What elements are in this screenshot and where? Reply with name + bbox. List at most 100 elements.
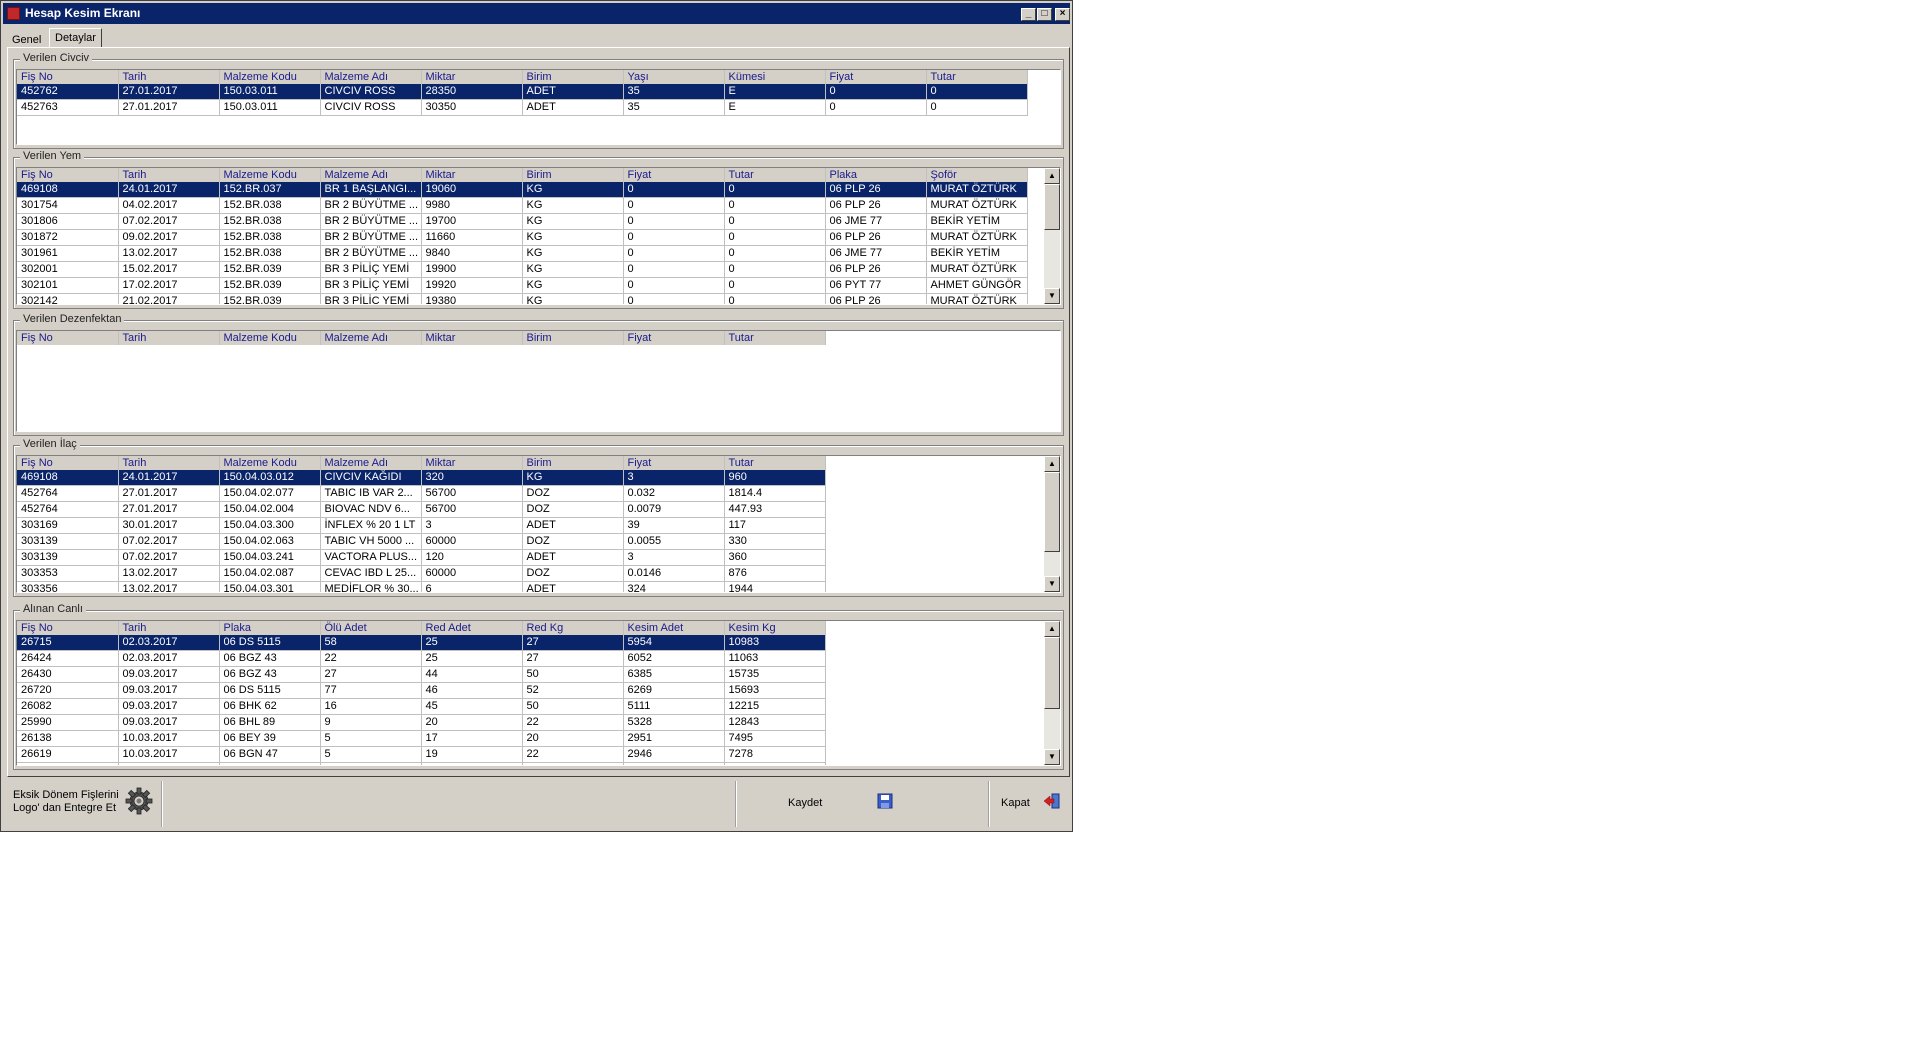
table-row[interactable]: 26138 10.03.2017 06 BEY 39 5 17 20 2951 7495 — [17, 730, 826, 747]
exit-door-icon[interactable] — [1043, 792, 1061, 810]
table-row[interactable]: 303139 07.02.2017 150.04.02.063 TABIC VH 50… — [17, 533, 826, 550]
table-row[interactable]: 25990 09.03.2017 06 BHL 89 9 20 22 5328 12843 — [17, 714, 826, 731]
column-header[interactable]: Tarih — [118, 621, 220, 635]
table-row[interactable]: 303169 30.01.2017 150.04.03.300 İNFLEX % 20… — [17, 517, 826, 534]
scroll-up-icon[interactable]: ▲ — [1044, 456, 1060, 472]
column-header[interactable]: Plaka — [219, 621, 321, 635]
table-row[interactable]: 452763 27.01.2017 150.03.011 CIVCIV ROSS 303… — [17, 99, 1028, 116]
column-header[interactable]: Malzeme Adı — [320, 168, 422, 182]
column-header[interactable]: Miktar — [421, 70, 523, 84]
table-row[interactable]: 302142 21.02.2017 152.BR.039 BR 3 PİLİÇ YEM… — [17, 293, 1028, 304]
table-row[interactable]: 303353 13.02.2017 150.04.02.087 CEVAC IBD L… — [17, 565, 826, 582]
column-header[interactable]: Malzeme Kodu — [219, 70, 321, 84]
canli-scrollbar[interactable]: ▲ ▼ — [1044, 621, 1060, 765]
scroll-down-icon[interactable]: ▼ — [1044, 749, 1060, 765]
table-row[interactable]: 26082 09.03.2017 06 BHK 62 16 45 50 5111 12215 — [17, 698, 826, 715]
column-header[interactable]: Tutar — [724, 168, 826, 182]
column-header[interactable]: Tutar — [926, 70, 1028, 84]
column-header[interactable]: Malzeme Kodu — [219, 331, 321, 345]
column-header[interactable]: Tutar — [724, 456, 826, 470]
column-header[interactable]: Kesim Kg — [724, 621, 826, 635]
column-header[interactable]: Fiyat — [825, 70, 927, 84]
table-row[interactable]: 301872 09.02.2017 152.BR.038 BR 2 BÜYÜTME .… — [17, 229, 1028, 246]
civciv-grid[interactable]: Fiş No Tarih Malzeme Kodu Malzeme Adı Miktar… — [16, 69, 1061, 145]
scroll-down-icon[interactable]: ▼ — [1044, 288, 1060, 304]
column-header[interactable]: Birim — [522, 70, 624, 84]
table-row[interactable]: 452764 27.01.2017 150.04.02.004 BIOVAC NDV … — [17, 501, 826, 518]
ilac-scrollbar[interactable]: ▲ ▼ — [1044, 456, 1060, 592]
column-header[interactable]: Fiş No — [17, 456, 119, 470]
column-header[interactable]: Plaka — [825, 168, 927, 182]
table-row[interactable]: 303139 07.02.2017 150.04.03.241 VACTORA PLU… — [17, 549, 826, 566]
column-header[interactable]: Red Adet — [421, 621, 523, 635]
column-header[interactable]: Fiş No — [17, 168, 119, 182]
column-header[interactable]: Ölü Adet — [320, 621, 422, 635]
column-header[interactable]: Kümesi — [724, 70, 826, 84]
scroll-up-icon[interactable]: ▲ — [1044, 621, 1060, 637]
minimize-button[interactable]: _ — [1021, 8, 1036, 21]
gear-icon[interactable] — [125, 787, 153, 815]
close-window-button[interactable]: × — [1055, 8, 1070, 21]
column-header[interactable]: Miktar — [421, 168, 523, 182]
column-header[interactable]: Kesim Adet — [623, 621, 725, 635]
column-header[interactable]: Tarih — [118, 456, 220, 470]
column-header[interactable]: Fiyat — [623, 168, 725, 182]
column-header[interactable]: Fiş No — [17, 70, 119, 84]
scroll-thumb[interactable] — [1044, 472, 1060, 552]
table-row[interactable]: 452764 27.01.2017 150.04.02.077 TABIC IB VA… — [17, 485, 826, 502]
table-row[interactable]: 469108 24.01.2017 150.04.03.012 CIVCIV KAĞI… — [17, 470, 826, 486]
yem-grid[interactable]: Fiş No Tarih Malzeme Kodu Malzeme Adı Miktar… — [16, 167, 1061, 305]
tab-detaylar[interactable]: Detaylar — [49, 28, 102, 48]
save-icon[interactable] — [877, 793, 893, 809]
table-row[interactable]: 301961 13.02.2017 152.BR.038 BR 2 BÜYÜTME .… — [17, 245, 1028, 262]
table-row[interactable]: 26715 02.03.2017 06 DS 5115 58 25 27 5954 10983 — [17, 635, 826, 651]
column-header[interactable]: Şoför — [926, 168, 1028, 182]
integrate-button[interactable]: Eksik Dönem Fişlerini Logo' dan Entegre … — [13, 789, 119, 815]
column-header[interactable]: Fiş No — [17, 331, 119, 345]
column-header[interactable]: Birim — [522, 168, 624, 182]
table-row[interactable]: 469108 24.01.2017 152.BR.037 BR 1 BAŞLANGI.… — [17, 182, 1028, 198]
table-row[interactable]: 452762 27.01.2017 150.03.011 CIVCIV ROSS 283… — [17, 84, 1028, 100]
table-row[interactable]: 26619 10.03.2017 06 BGN 47 5 19 22 2946 7278 — [17, 746, 826, 763]
yem-scrollbar[interactable]: ▲ ▼ — [1044, 168, 1060, 304]
column-header[interactable]: Red Kg — [522, 621, 624, 635]
ilac-grid[interactable]: Fiş No Tarih Malzeme Kodu Malzeme Adı Miktar… — [16, 455, 1061, 593]
table-row[interactable]: 26424 02.03.2017 06 BGZ 43 22 25 27 6052 11063 — [17, 650, 826, 667]
column-header[interactable]: Fiyat — [623, 456, 725, 470]
table-row[interactable]: 302001 15.02.2017 152.BR.039 BR 3 PİLİÇ YEM… — [17, 261, 1028, 278]
column-header[interactable]: Malzeme Adı — [320, 456, 422, 470]
column-header[interactable]: Malzeme Kodu — [219, 168, 321, 182]
maximize-button[interactable]: □ — [1037, 8, 1052, 21]
column-header[interactable]: Tarih — [118, 168, 220, 182]
table-row[interactable]: 302101 17.02.2017 152.BR.039 BR 3 PİLİÇ YEM… — [17, 277, 1028, 294]
column-header[interactable]: Yaşı — [623, 70, 725, 84]
scroll-up-icon[interactable]: ▲ — [1044, 168, 1060, 184]
column-header[interactable]: Birim — [522, 456, 624, 470]
column-header[interactable]: Tarih — [118, 331, 220, 345]
scroll-thumb[interactable] — [1044, 637, 1060, 709]
column-header[interactable]: Fiş No — [17, 621, 119, 635]
column-header[interactable]: Miktar — [421, 331, 523, 345]
column-header[interactable]: Malzeme Adı — [320, 70, 422, 84]
scroll-down-icon[interactable]: ▼ — [1044, 576, 1060, 592]
column-header[interactable]: Miktar — [421, 456, 523, 470]
column-header[interactable]: Fiyat — [623, 331, 725, 345]
table-row[interactable]: 2745710.03.201706 BDK 566182129597394 — [17, 762, 826, 765]
table-row[interactable]: 301806 07.02.2017 152.BR.038 BR 2 BÜYÜTME .… — [17, 213, 1028, 230]
column-header[interactable]: Malzeme Kodu — [219, 456, 321, 470]
save-button[interactable]: Kaydet — [788, 797, 822, 809]
column-header[interactable]: Malzeme Adı — [320, 331, 422, 345]
table-cell: BR 2 BÜYÜTME ... — [320, 197, 422, 214]
table-row[interactable]: 26720 09.03.2017 06 DS 5115 77 46 52 6269 15693 — [17, 682, 826, 699]
scroll-thumb[interactable] — [1044, 184, 1060, 230]
close-button[interactable]: Kapat — [1001, 797, 1030, 809]
table-row[interactable]: 301754 04.02.2017 152.BR.038 BR 2 BÜYÜTME .… — [17, 197, 1028, 214]
dezenfektan-grid[interactable]: Fiş No Tarih Malzeme Kodu Malzeme Adı Miktar… — [16, 330, 1061, 432]
hesap-kesim-window: Hesap Kesim Ekranı _ □ × Genel Detaylar … — [0, 0, 1073, 832]
canli-grid[interactable]: Fiş No Tarih Plaka Ölü Adet Red Adet Red Kg Ke… — [16, 620, 1061, 766]
column-header[interactable]: Tarih — [118, 70, 220, 84]
column-header[interactable]: Tutar — [724, 331, 826, 345]
table-row[interactable]: 26430 09.03.2017 06 BGZ 43 27 44 50 6385 15735 — [17, 666, 826, 683]
table-row[interactable]: 303356 13.02.2017 150.04.03.301 MEDİFLOR % … — [17, 581, 826, 592]
column-header[interactable]: Birim — [522, 331, 624, 345]
